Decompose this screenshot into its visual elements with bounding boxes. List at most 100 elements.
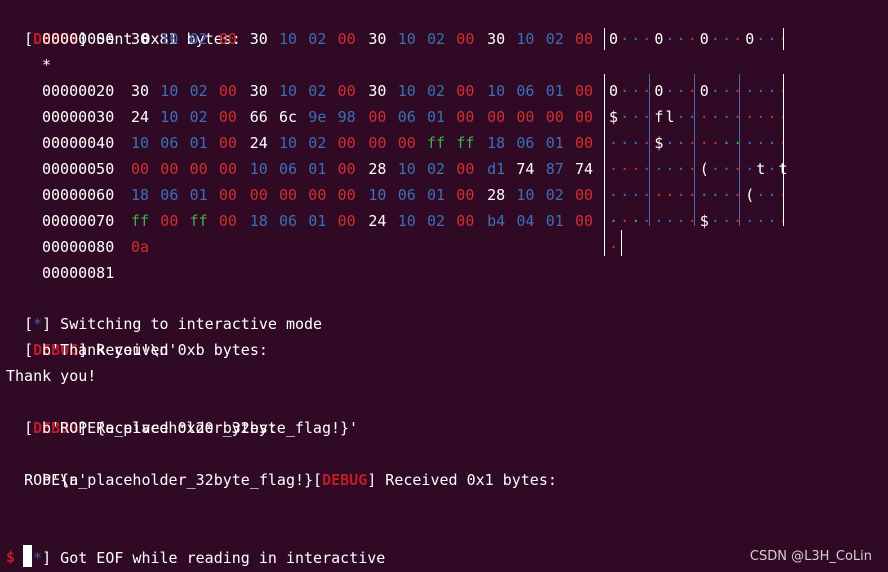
hexdump-ascii-char: · (631, 160, 641, 178)
hexdump-ascii-char: · (609, 134, 619, 152)
hexdump-byte: 00 (575, 108, 594, 126)
hexdump-byte: 00 (487, 108, 506, 126)
hexdump-byte: 18 (249, 212, 268, 230)
hexdump-ascii-char: · (767, 212, 777, 230)
hexdump-ascii-char: · (733, 134, 743, 152)
hexdump-ascii-char: t (756, 160, 766, 178)
hexdump-byte: 10 (160, 30, 179, 48)
hexdump-byte: 10 (397, 212, 416, 230)
hexdump-byte: 00 (575, 212, 594, 230)
bracket-open: [ (24, 30, 34, 48)
hexdump-byte: 01 (308, 212, 327, 230)
hexdump-byte: 10 (516, 30, 535, 48)
hexdump-ascii-char: 0 (654, 30, 664, 48)
hexdump-ascii-char: · (756, 82, 766, 100)
hexdump-byte: 00 (516, 108, 535, 126)
hexdump-ascii-char: · (745, 160, 755, 178)
hexdump-byte: 02 (308, 134, 327, 152)
bracket-open: [ (24, 419, 34, 437)
hexdump-address: 00000060 (42, 186, 115, 204)
hexdump-byte: 00 (368, 108, 387, 126)
hexdump-byte: 18 (131, 186, 150, 204)
hexdump-ascii-char: · (609, 186, 619, 204)
hexdump-ascii-char: · (620, 82, 630, 100)
hexdump-address: 00000020 (42, 82, 115, 100)
hexdump-byte: 00 (308, 186, 327, 204)
hexdump-byte: 10 (368, 186, 387, 204)
hexdump-byte: 28 (368, 160, 387, 178)
hexdump-ascii-char: 0 (699, 82, 709, 100)
hexdump-byte: 00 (545, 108, 564, 126)
hexdump-byte: 66 (249, 108, 268, 126)
hexdump-ascii-char: · (620, 134, 630, 152)
hexdump-byte: 30 (131, 82, 150, 100)
hexdump-ascii-char: · (665, 134, 675, 152)
hexdump-ascii-char: · (722, 82, 732, 100)
ascii-separator (604, 74, 605, 256)
hexdump-byte: 00 (189, 160, 208, 178)
hexdump-byte: 24 (368, 212, 387, 230)
hexdump-byte: 01 (427, 186, 446, 204)
hexdump-byte: 00 (218, 108, 237, 126)
hexdump-byte: 98 (337, 108, 356, 126)
hexdump-byte: 00 (575, 186, 594, 204)
hexdump-byte: 30 (368, 30, 387, 48)
hexdump-byte: 18 (487, 134, 506, 152)
hexdump-ascii-char: · (676, 30, 686, 48)
hexdump-address: 00000000 (42, 30, 115, 48)
hexdump-ascii-char: · (631, 212, 641, 230)
hexdump-byte: 10 (249, 160, 268, 178)
hexdump-byte: 01 (545, 82, 564, 100)
hexdump-byte: 30 (368, 82, 387, 100)
hexdump-ascii-char: · (631, 134, 641, 152)
hexdump-ascii-char: · (710, 160, 720, 178)
hexdump-byte: 0a (131, 238, 150, 256)
ascii-separator (694, 74, 695, 226)
hexdump-ascii-char: · (756, 186, 766, 204)
hexdump-ascii-char: · (609, 212, 619, 230)
hexdump-ascii-char: · (733, 30, 743, 48)
hexdump-ascii-char: · (620, 160, 630, 178)
hexdump-byte: 01 (545, 134, 564, 152)
hexdump-ascii-char: · (676, 82, 686, 100)
switching-line: [*] Switching to interactive mode (6, 285, 322, 333)
hexdump-byte: 00 (456, 160, 475, 178)
hexdump-ascii-char: · (609, 238, 619, 256)
hexdump-byte: 10 (279, 30, 298, 48)
hexdump-byte: 00 (575, 82, 594, 100)
hexdump-byte: 06 (160, 186, 179, 204)
terminal-cursor[interactable] (23, 545, 32, 567)
hexdump-ascii-char: · (631, 30, 641, 48)
hexdump-byte: 01 (189, 134, 208, 152)
hexdump-ascii-char: · (631, 108, 641, 126)
hexdump-ascii-char: · (756, 134, 766, 152)
hexdump-byte: 00 (575, 134, 594, 152)
hexdump-byte: 10 (279, 82, 298, 100)
hexdump-ascii-char: · (687, 186, 697, 204)
hexdump-byte: d1 (487, 160, 506, 178)
hexdump-ascii-char: · (654, 160, 664, 178)
hexdump-byte: 28 (487, 186, 506, 204)
ascii-separator (783, 28, 784, 50)
hexdump-address: 00000040 (42, 134, 115, 152)
hexdump-ascii-char: 0 (745, 30, 755, 48)
hexdump-ascii-char: · (767, 30, 777, 48)
hexdump-byte: 00 (218, 160, 237, 178)
hexdump-address: 00000050 (42, 160, 115, 178)
hexdump-byte: 00 (368, 134, 387, 152)
hexdump-byte: 02 (427, 160, 446, 178)
hexdump-byte: 06 (279, 160, 298, 178)
hexdump-ascii-char: · (631, 82, 641, 100)
hexdump-byte: 00 (218, 30, 237, 48)
hexdump-byte: 00 (218, 134, 237, 152)
hexdump-byte: 00 (337, 186, 356, 204)
ascii-separator (739, 74, 740, 226)
hexdump-ascii-char: · (710, 30, 720, 48)
hexdump-byte: 00 (218, 186, 237, 204)
hexdump-ascii-char: 0 (699, 30, 709, 48)
hexdump-address: 00000070 (42, 212, 115, 230)
hexdump-byte: b4 (487, 212, 506, 230)
hexdump-byte: 02 (189, 30, 208, 48)
hexdump-byte: ff (189, 212, 208, 230)
hexdump-byte: 00 (337, 134, 356, 152)
